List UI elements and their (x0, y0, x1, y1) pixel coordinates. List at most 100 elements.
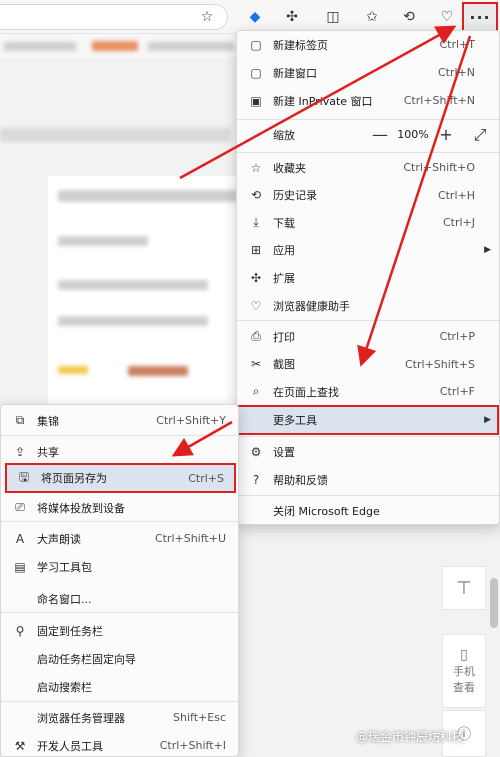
menu-item-shortcut: Ctrl+F (439, 385, 475, 399)
zoom-out-button[interactable]: — (367, 125, 393, 144)
menu-item-label: 启动搜索栏 (37, 680, 92, 694)
menu-divider (1, 701, 238, 702)
save-page-icon: 🖫 (18, 469, 30, 484)
back-to-top-button[interactable]: ⊤ (442, 566, 486, 610)
menu-item-label: 应用 (273, 244, 295, 258)
menu-item-label: 帮助和反馈 (273, 473, 328, 487)
mobile-icon: ▯ (460, 647, 468, 663)
menu-item-history[interactable]: ⟲ 历史记录 Ctrl+H (237, 182, 499, 209)
health-icon: ♡ (250, 298, 262, 313)
menu-item-shortcut: Ctrl+Shift+N (403, 94, 475, 107)
menu-item-label: 关闭 Microsoft Edge (273, 504, 380, 518)
menu-item-shortcut: Ctrl+Shift+I (159, 739, 226, 752)
submenu-arrow-icon: ▶ (484, 415, 491, 425)
zoom-value: 100% (397, 128, 429, 141)
menu-item-label: 共享 (37, 445, 59, 459)
menu-item-text-sub_menu-items-9[interactable]: 启动搜索栏 (1, 673, 238, 700)
menu-item-shortcut: Ctrl+P (439, 330, 475, 343)
menu-item-shortcut: Ctrl+S (188, 471, 224, 485)
menu-item-shortcut: Ctrl+H (437, 188, 475, 202)
menu-item-shortcut: Shift+Esc (173, 711, 226, 724)
menu-item-more-tools[interactable]: 更多工具 ▶ (237, 405, 499, 435)
scrollbar-thumb[interactable] (490, 578, 498, 628)
menu-item-apps[interactable]: ⊞ 应用 ▶ (237, 237, 499, 264)
devtools-icon: ⚒ (14, 738, 26, 753)
menu-item-shortcut: Ctrl+J (442, 216, 475, 230)
menu-item-label: 启动任务栏固定向导 (37, 652, 136, 666)
menu-item-text-sub_menu-items-6[interactable]: 命名窗口... (1, 585, 238, 612)
menu-item-extensions[interactable]: ✣ 扩展 (237, 264, 499, 291)
menu-item-settings[interactable]: ⚙ 设置 (237, 438, 499, 465)
menu-item-new-window[interactable]: ▢ 新建窗口 Ctrl+N (237, 59, 499, 86)
apps-icon: ⊞ (250, 243, 262, 258)
menu-item-screenshot[interactable]: ✂ 截图 Ctrl+Shift+S (237, 351, 499, 378)
menu-item-shortcut: Ctrl+Shift+S (405, 357, 475, 371)
menu-item-shortcut: Ctrl+Shift+U (154, 532, 226, 545)
menu-item-collections[interactable]: ⧉ 集锦 Ctrl+Shift+Y (1, 407, 238, 434)
menu-item-label: 新建 InPrivate 窗口 (273, 94, 373, 108)
menu-item-shortcut: Ctrl+Shift+Y (156, 414, 226, 427)
star-icon[interactable]: ☆ (196, 6, 218, 28)
menu-item-save-page[interactable]: 🖫 将页面另存为 Ctrl+S (5, 463, 236, 493)
back-to-top-icon: ⊤ (456, 577, 472, 599)
menu-item-label: 将页面另存为 (41, 472, 107, 485)
menu-item-close-edge[interactable]: 关闭 Microsoft Edge (237, 497, 499, 524)
more-button[interactable]: ··· (462, 2, 498, 32)
extensions-icon: ✣ (250, 270, 262, 285)
menu-item-label: 浏览器任务管理器 (37, 711, 125, 725)
submenu-arrow-icon: ▶ (484, 245, 491, 256)
menu-item-share[interactable]: ⇪ 共享 (1, 438, 238, 465)
menu-divider (237, 495, 499, 496)
menu-item-label: 浏览器健康助手 (273, 299, 350, 313)
split-screen-icon[interactable]: ◫ (322, 6, 344, 28)
more-tools-submenu: ⧉ 集锦 Ctrl+Shift+Y ⇪ 共享 🖫 将页面另存为 Ctrl+S ⎚ 将媒体投放到设备… (0, 404, 239, 757)
menu-item-pin[interactable]: ⚲ 固定到任务栏 (1, 617, 238, 644)
menu-item-help[interactable]: ? 帮助和反馈 (237, 466, 499, 493)
favorites-icon: ☆ (250, 160, 262, 175)
address-bar[interactable]: ☆ (0, 4, 228, 30)
menu-item-inprivate[interactable]: ▣ 新建 InPrivate 窗口 Ctrl+Shift+N (237, 87, 499, 114)
favorites-icon[interactable]: ✩ (361, 6, 383, 28)
help-icon: ? (252, 472, 260, 487)
menu-item-label: 新建窗口 (273, 66, 317, 80)
menu-item-text-sub_menu-items-10[interactable]: 浏览器任务管理器 Shift+Esc (1, 704, 238, 731)
fullscreen-icon[interactable]: ⤢ (467, 125, 493, 145)
menu-divider (237, 119, 499, 120)
settings-menu: ▢ 新建标签页 Ctrl+T ▢ 新建窗口 Ctrl+N ▣ 新建 InPrivate 窗口 C… (236, 30, 500, 525)
menu-item-text-sub_menu-items-8[interactable]: 启动任务栏固定向导 (1, 645, 238, 672)
zoom-in-button[interactable]: + (433, 125, 459, 144)
extension-icon[interactable]: ◆ (244, 6, 266, 28)
menu-item-favorites[interactable]: ☆ 收藏夹 Ctrl+Shift+O (237, 154, 499, 181)
menu-item-label: 学习工具包 (37, 560, 92, 574)
mobile-view-label: 手机 查看 (453, 665, 475, 694)
menu-item-label: 将媒体投放到设备 (37, 501, 125, 515)
menu-item-label: 固定到任务栏 (37, 624, 103, 638)
menu-item-shortcut: Ctrl+N (437, 66, 475, 79)
menu-divider (237, 436, 499, 437)
menu-item-download[interactable]: ⤓ 下载 Ctrl+J (237, 209, 499, 236)
menu-item-label: 历史记录 (273, 189, 317, 203)
health-icon[interactable]: ♡ (436, 6, 458, 28)
new-window-icon: ▢ (250, 65, 262, 80)
menu-item-find[interactable]: ⌕ 在页面上查找 Ctrl+F (237, 378, 499, 405)
menu-item-label: 开发人员工具 (37, 739, 103, 753)
menu-item-devtools[interactable]: ⚒ 开发人员工具 Ctrl+Shift+I (1, 732, 238, 757)
history-icon: ⟲ (250, 188, 262, 203)
menu-item-label: 大声朗读 (37, 532, 81, 546)
cast-icon: ⎚ (15, 500, 25, 514)
zoom-row: 缩放 — 100% + ⤢ (237, 121, 499, 148)
menu-item-label: 截图 (273, 358, 295, 372)
puzzle-icon[interactable]: ✣ (281, 6, 303, 28)
print-icon: ⎙ (251, 329, 261, 343)
menu-item-new-tab[interactable]: ▢ 新建标签页 Ctrl+T (237, 31, 499, 58)
menu-item-learning-toolkit[interactable]: ▤ 学习工具包 (1, 553, 238, 580)
menu-item-health[interactable]: ♡ 浏览器健康助手 (237, 292, 499, 319)
mobile-view-button[interactable]: ▯ 手机 查看 (442, 634, 486, 708)
menu-item-print[interactable]: ⎙ 打印 Ctrl+P (237, 323, 499, 350)
menu-divider (1, 612, 238, 613)
history-icon[interactable]: ⟲ (398, 6, 420, 28)
screenshot-icon: ✂ (250, 357, 262, 372)
menu-item-cast[interactable]: ⎚ 将媒体投放到设备 (1, 494, 238, 521)
menu-item-label: 命名窗口... (37, 592, 92, 606)
menu-item-read-aloud[interactable]: A 大声朗读 Ctrl+Shift+U (1, 525, 238, 552)
